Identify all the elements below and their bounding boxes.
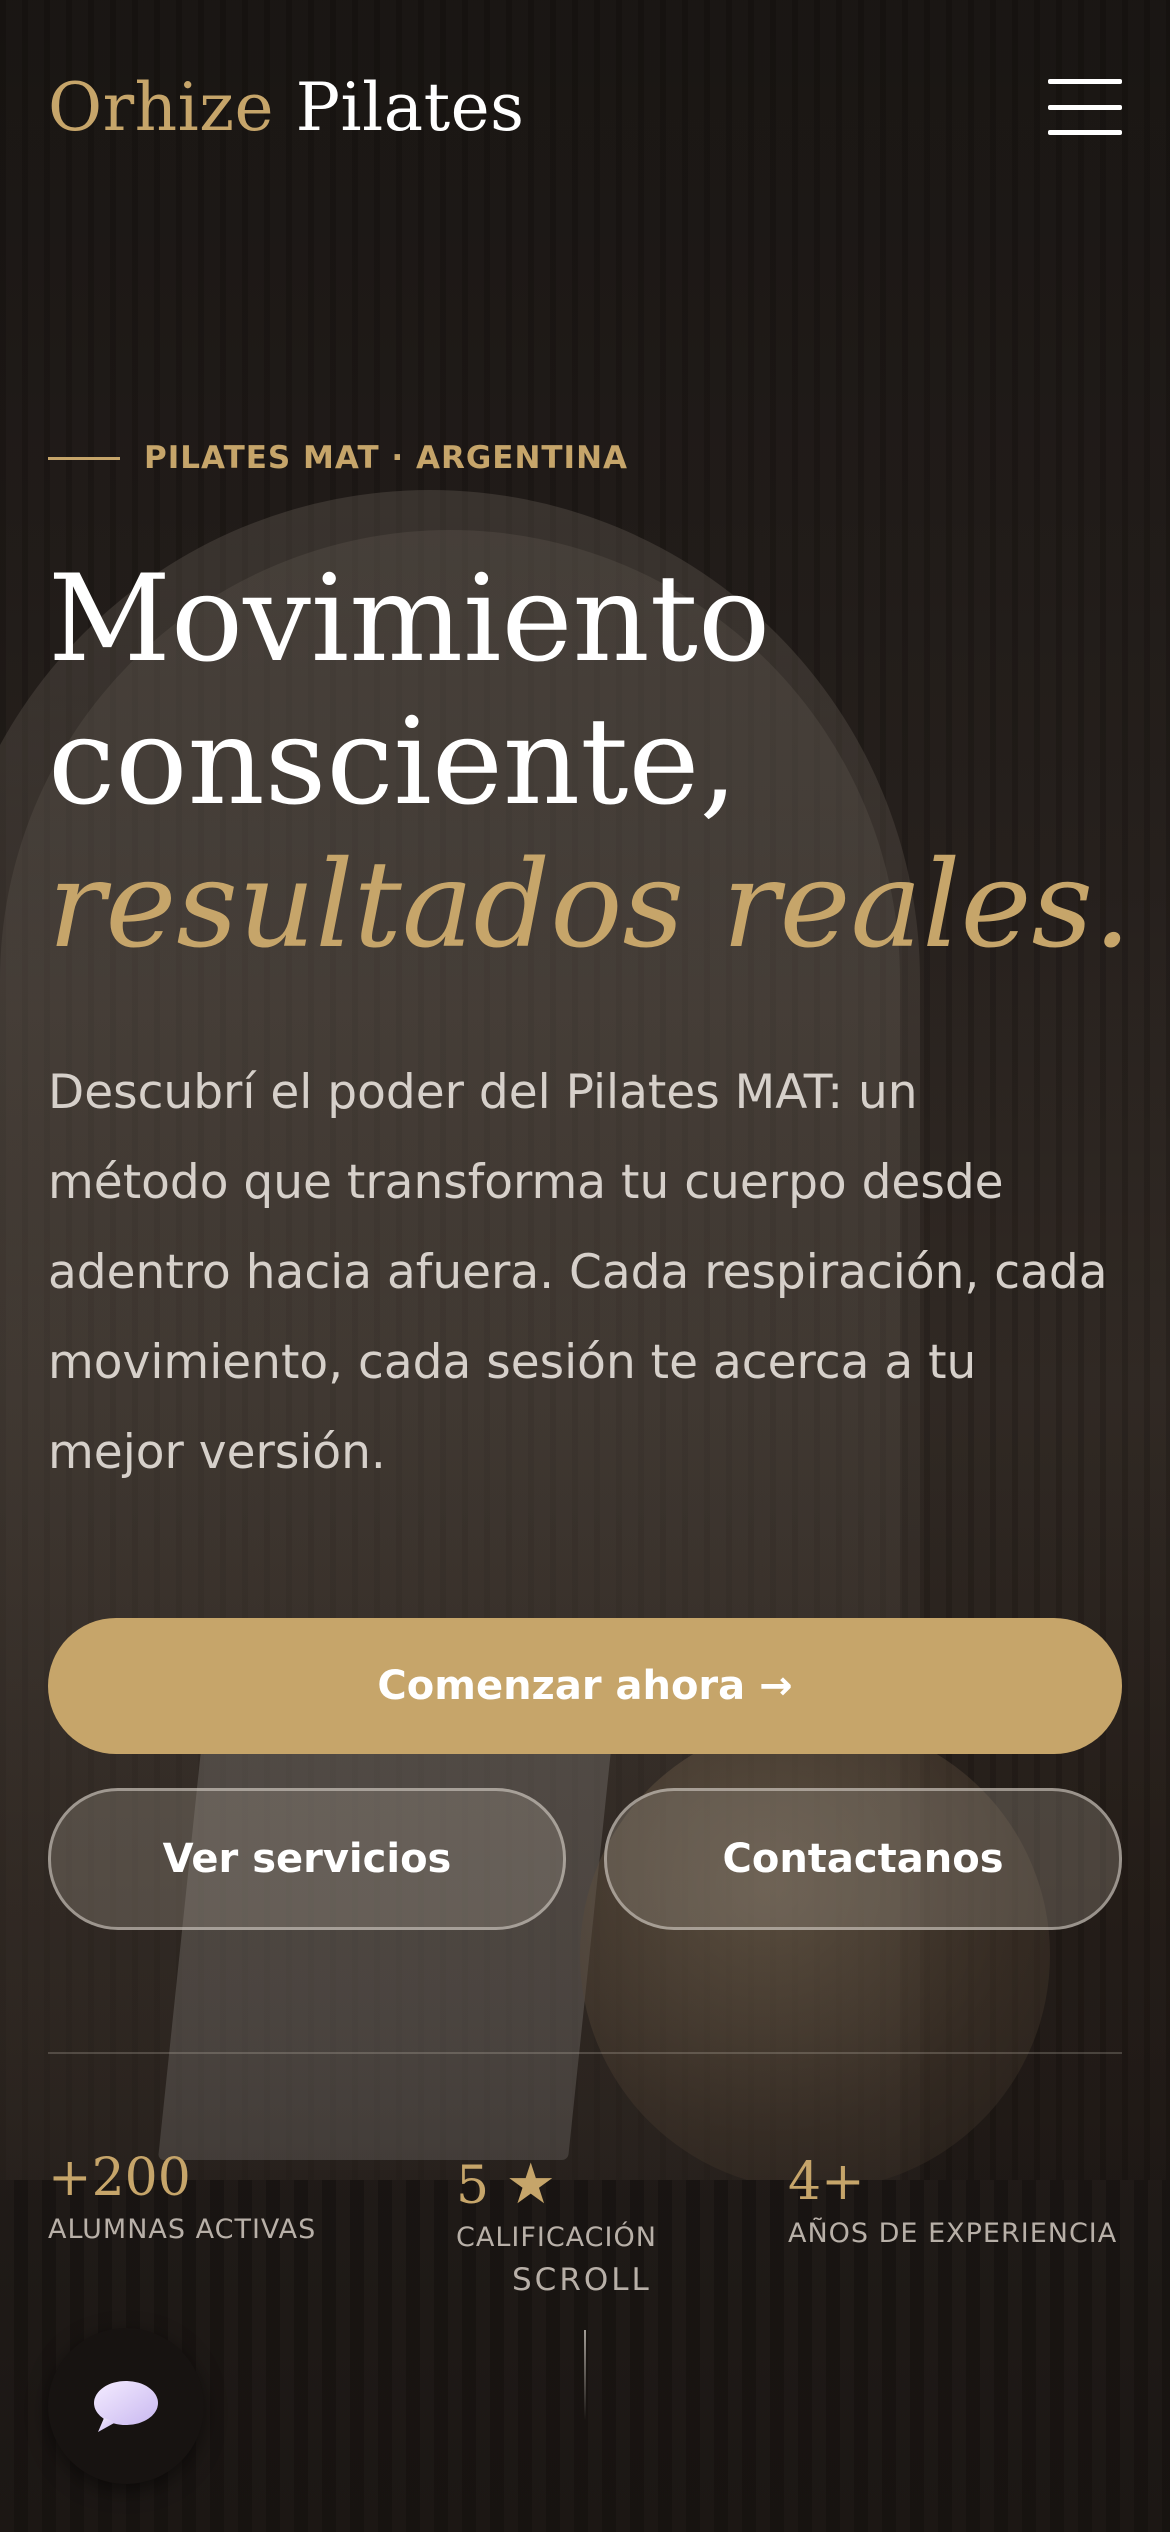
stat-experience: 4+ AÑOS DE EXPERIENCIA	[788, 2152, 1117, 2249]
eyebrow-line	[48, 456, 120, 460]
stat-value: +200	[48, 2148, 191, 2208]
chat-bubble-icon[interactable]	[48, 2328, 204, 2484]
star-icon: ★	[505, 2152, 556, 2217]
logo-word-pilates: Pilates	[295, 68, 525, 146]
stat-label: CALIFICACIÓN	[456, 2222, 657, 2253]
headline-accent: resultados reales.	[48, 836, 1132, 975]
hero-description: Descubrí el poder del Pilates MAT: un mé…	[48, 1065, 1108, 1480]
start-now-button[interactable]: Comenzar ahora →	[48, 1618, 1122, 1754]
view-services-button[interactable]: Ver servicios	[48, 1788, 566, 1930]
hamburger-menu-icon[interactable]	[1048, 79, 1122, 135]
site-header: Orhize Pilates	[48, 62, 1122, 152]
stat-value: 4+	[788, 2152, 865, 2212]
stat-value: 5 ★	[456, 2152, 657, 2217]
chat-bubble-glyph	[94, 2381, 158, 2432]
scroll-indicator-label[interactable]: SCROLL	[512, 2262, 652, 2298]
hero-eyebrow: PILATES MAT · ARGENTINA	[48, 440, 628, 476]
rating-number: 5	[456, 2156, 490, 2216]
stat-label: ALUMNAS ACTIVAS	[48, 2214, 317, 2245]
contact-button[interactable]: Contactanos	[604, 1788, 1122, 1930]
stat-label: AÑOS DE EXPERIENCIA	[788, 2218, 1118, 2249]
stat-rating: 5 ★ CALIFICACIÓN	[456, 2152, 657, 2254]
hero-headline: Movimiento consciente, resultados reales…	[48, 548, 1132, 977]
stat-students: +200 ALUMNAS ACTIVAS	[48, 2148, 316, 2245]
logo-word-orhize: Orhize	[48, 68, 275, 146]
headline-line-2: consciente,	[48, 693, 738, 832]
scroll-indicator-line	[584, 2330, 586, 2420]
eyebrow-text: PILATES MAT · ARGENTINA	[144, 440, 629, 476]
brand-logo[interactable]: Orhize Pilates	[48, 69, 525, 146]
headline-line-1: Movimiento	[48, 550, 771, 689]
stats-divider	[48, 2052, 1122, 2054]
